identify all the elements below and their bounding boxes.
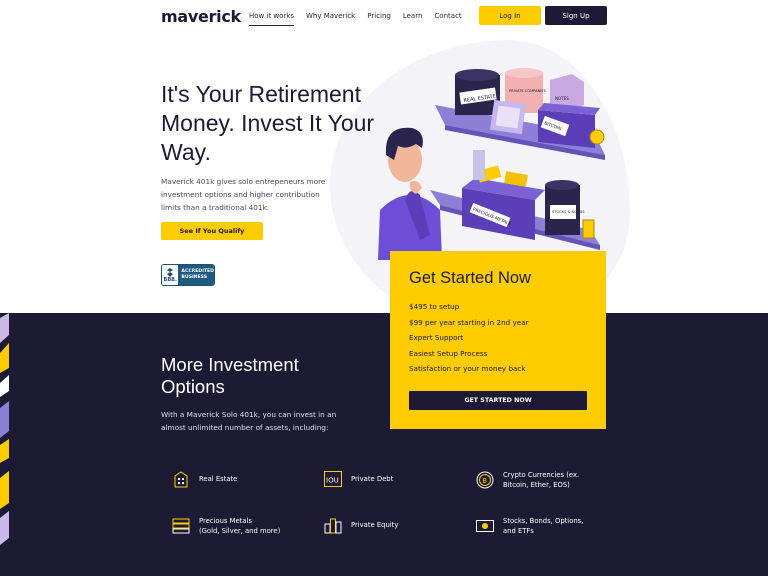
investment-options-description: With a Maverick Solo 401k, you can inves…: [161, 410, 337, 432]
asset-label-line2: Bitcoin, Ether, EOS): [503, 481, 570, 489]
asset-private-debt: IOU Private Debt: [324, 470, 393, 488]
bbb-logo-icon: BBB.: [162, 265, 179, 285]
bbb-mark: BBB.: [163, 276, 177, 283]
investment-options-title: More Investment Options: [161, 354, 299, 397]
label-private-companies: PRIVATE COMPANIES: [509, 89, 547, 93]
building-icon: [174, 471, 188, 488]
nav-why-maverick[interactable]: Why Maverick: [306, 12, 355, 26]
asset-label-line2: (Gold, Silver, and more): [199, 527, 281, 535]
bbb-text: ACCREDITED BUSINESS: [178, 265, 214, 285]
asset-stocks-bonds: Stocks, Bonds, Options, and ETFs: [476, 516, 583, 536]
logo[interactable]: maverick: [161, 7, 241, 26]
asset-label-line1: Real Estate: [199, 475, 238, 483]
bitcoin-icon: B: [476, 471, 494, 489]
asset-precious-metals: Precious Metals (Gold, Silver, and more): [172, 516, 280, 536]
bbb-accredited-badge[interactable]: BBB. ACCREDITED BUSINESS: [161, 264, 215, 286]
feature-item: Satisfaction or your money back: [409, 364, 526, 373]
card-title: Get Started Now: [409, 269, 531, 287]
asset-label-line1: Precious Metals: [199, 517, 252, 525]
asset-private-equity: Private Equity: [324, 516, 398, 534]
asset-label: Private Equity: [351, 520, 398, 530]
asset-label: Private Debt: [351, 474, 393, 484]
asset-label-line1: Private Debt: [351, 475, 394, 483]
asset-real-estate: Real Estate: [172, 470, 237, 488]
pricing-features-list: $495 to setup $99 per year starting in 2…: [409, 302, 529, 380]
signup-button[interactable]: Sign Up: [545, 6, 607, 25]
nav-pricing[interactable]: Pricing: [367, 12, 391, 26]
main-nav: How it works Why Maverick Pricing Learn …: [249, 12, 462, 26]
label-stocks-bonds: STOCKS & BONDS: [552, 210, 585, 214]
hero-description: Maverick 401k gives solo entrepeneurs mo…: [161, 177, 326, 212]
page: maverick How it works Why Maverick Prici…: [0, 0, 768, 576]
nav-how-it-works[interactable]: How it works: [249, 12, 294, 26]
svg-text:B: B: [482, 477, 487, 485]
get-started-card: Get Started Now $495 to setup $99 per ye…: [390, 251, 606, 429]
asset-label: Stocks, Bonds, Options, and ETFs: [503, 516, 583, 536]
feature-item: $495 to setup: [409, 302, 460, 311]
city-icon: [324, 518, 342, 534]
nav-learn[interactable]: Learn: [403, 12, 423, 26]
asset-label: Crypto Currencies (ex. Bitcoin, Ether, E…: [503, 470, 579, 490]
hero-title: It's Your Retirement Money. Invest It Yo…: [161, 81, 375, 165]
asset-label-line2: and ETFs: [503, 527, 534, 535]
asset-label-line1: Stocks, Bonds, Options,: [503, 517, 584, 525]
svg-text:IOU: IOU: [326, 477, 339, 485]
iou-icon: IOU: [324, 471, 342, 487]
decorative-left-strip: [0, 313, 9, 576]
feature-item: Expert Support: [409, 333, 464, 342]
get-started-button[interactable]: GET STARTED NOW: [409, 391, 587, 410]
gold-bars-icon: [172, 518, 190, 534]
asset-label: Precious Metals (Gold, Silver, and more): [199, 516, 280, 536]
nav-contact[interactable]: Contact: [434, 12, 461, 26]
stocks-certificate-icon: [476, 520, 494, 532]
asset-crypto: B Crypto Currencies (ex. Bitcoin, Ether,…: [476, 470, 579, 490]
bbb-text-line2: BUSINESS: [181, 275, 208, 280]
login-button[interactable]: Log In: [479, 6, 541, 25]
see-if-you-qualify-button[interactable]: See If You Qualify: [161, 222, 263, 240]
feature-item: Easiest Setup Process: [409, 348, 488, 358]
asset-label: Real Estate: [199, 474, 237, 484]
label-notes: NOTES: [555, 96, 569, 101]
feature-item: $99 per year starting in 2nd year: [409, 317, 529, 327]
investment-options-section: [0, 313, 768, 576]
asset-label-line1: Private Equity: [351, 521, 399, 529]
asset-label-line1: Crypto Currencies (ex.: [503, 471, 580, 479]
